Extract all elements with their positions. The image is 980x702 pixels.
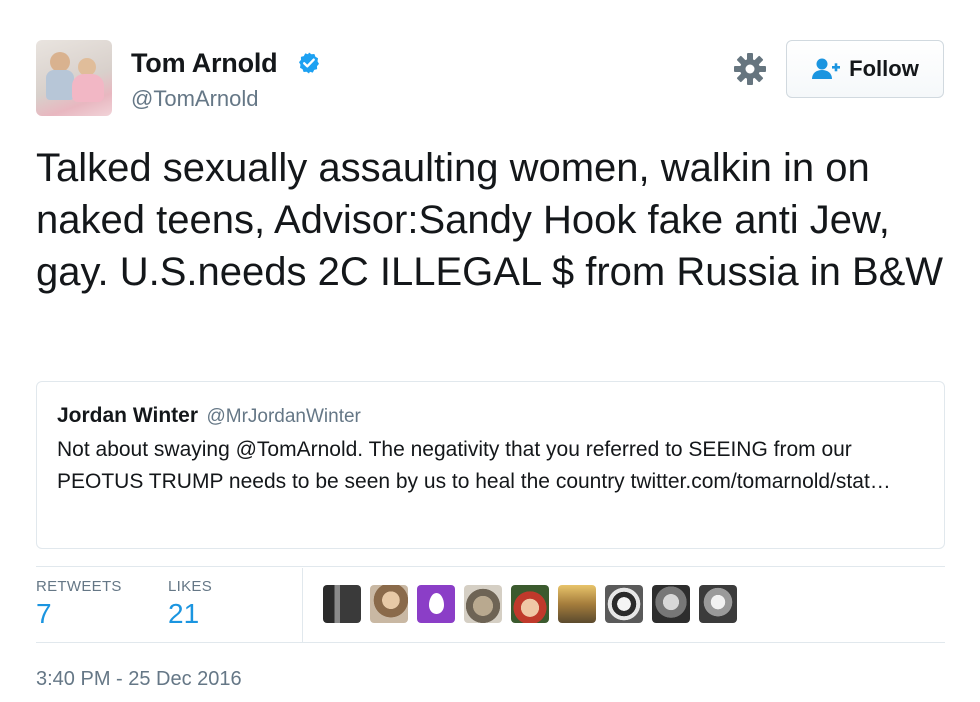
follow-button[interactable]: Follow <box>786 40 944 98</box>
tweet-timestamp[interactable]: 3:40 PM - 25 Dec 2016 <box>36 668 242 691</box>
avatar-photo-figure <box>72 74 104 102</box>
author-handle[interactable]: @TomArnold <box>131 86 259 112</box>
stats-divider <box>302 568 303 642</box>
quoted-tweet-header: Jordan Winter @MrJordanWinter <box>57 404 924 428</box>
author-avatar[interactable] <box>36 40 112 116</box>
retweets-count[interactable]: 7 <box>36 598 52 630</box>
liker-avatar-2[interactable] <box>370 585 408 623</box>
quoted-tweet[interactable]: Jordan Winter @MrJordanWinter Not about … <box>36 381 945 549</box>
follow-label: Follow <box>849 56 919 81</box>
likes-count[interactable]: 21 <box>168 598 199 630</box>
verified-badge-icon <box>299 52 319 74</box>
liker-avatar-cat[interactable] <box>464 585 502 623</box>
divider <box>36 642 945 643</box>
quoted-author-handle: @MrJordanWinter <box>206 406 361 427</box>
liker-avatar-1[interactable] <box>323 585 361 623</box>
liker-avatar-5[interactable] <box>511 585 549 623</box>
liker-avatar-egg[interactable] <box>417 585 455 623</box>
quoted-tweet-text: Not about swaying @TomArnold. The negati… <box>57 438 891 493</box>
likes-label[interactable]: LIKES <box>168 578 212 595</box>
divider <box>36 566 945 567</box>
liker-avatar-6[interactable] <box>558 585 596 623</box>
likers-avatars <box>323 585 737 623</box>
liker-avatar-dog[interactable] <box>605 585 643 623</box>
tweet-text: Talked sexually assaulting women, walkin… <box>36 146 944 294</box>
liker-avatar-9[interactable] <box>699 585 737 623</box>
gear-icon[interactable] <box>733 52 767 86</box>
retweets-label[interactable]: RETWEETS <box>36 578 122 595</box>
liker-avatar-8[interactable] <box>652 585 690 623</box>
add-user-icon <box>812 58 841 79</box>
author-name[interactable]: Tom Arnold <box>131 48 278 79</box>
quoted-author-name: Jordan Winter <box>57 404 198 427</box>
avatar-photo-figure <box>50 52 70 72</box>
avatar-photo-figure <box>46 70 74 100</box>
